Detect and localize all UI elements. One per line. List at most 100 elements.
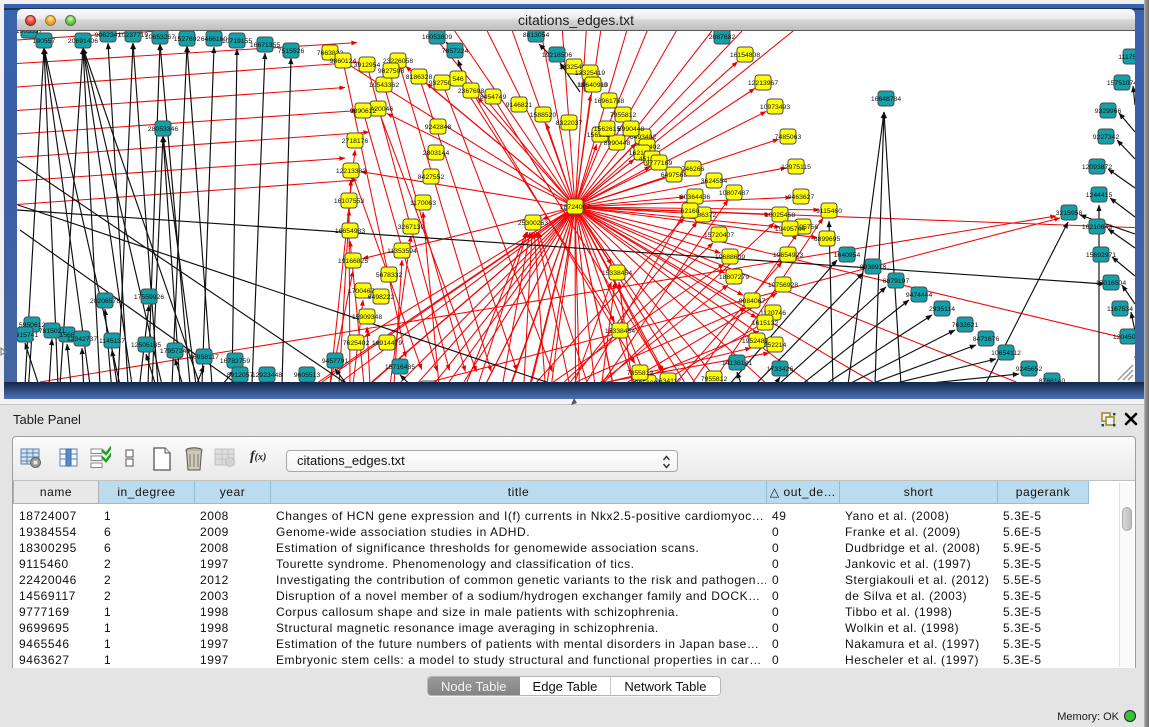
svg-text:1244415: 1244415 xyxy=(1086,192,1113,199)
svg-text:9329966: 9329966 xyxy=(1095,108,1122,115)
svg-text:8813054: 8813054 xyxy=(523,32,550,39)
svg-text:12342737: 12342737 xyxy=(67,336,97,343)
svg-text:9084067: 9084067 xyxy=(739,298,766,305)
svg-text:5678332: 5678332 xyxy=(376,272,403,279)
svg-text:18807279: 18807279 xyxy=(719,274,749,281)
svg-text:10973493: 10973493 xyxy=(760,104,790,111)
svg-text:546: 546 xyxy=(452,76,464,83)
svg-text:18724007: 18724007 xyxy=(560,204,590,211)
svg-text:8990448: 8990448 xyxy=(604,140,631,147)
svg-text:1117538: 1117538 xyxy=(1118,54,1135,61)
svg-text:3215958: 3215958 xyxy=(1056,210,1083,217)
svg-text:16961758: 16961758 xyxy=(594,98,624,105)
svg-text:16648784: 16648784 xyxy=(871,96,901,103)
svg-text:6990448: 6990448 xyxy=(618,126,645,133)
svg-text:16053809: 16053809 xyxy=(422,34,452,41)
svg-text:17957243: 17957243 xyxy=(160,348,190,355)
svg-text:12213382: 12213382 xyxy=(336,168,366,175)
svg-text:16210643: 16210643 xyxy=(1082,224,1112,231)
svg-text:12923448: 12923448 xyxy=(252,372,282,379)
svg-text:12045012: 12045012 xyxy=(1113,334,1135,341)
svg-text:3912954: 3912954 xyxy=(354,62,381,69)
svg-text:3915741: 3915741 xyxy=(17,332,38,339)
svg-text:6879197: 6879197 xyxy=(883,278,910,285)
svg-text:62160: 62160 xyxy=(681,208,700,215)
svg-text:252214: 252214 xyxy=(764,342,787,349)
svg-text:7355812: 7355812 xyxy=(627,370,654,377)
svg-text:3267130: 3267130 xyxy=(398,224,425,231)
svg-text:8322037: 8322037 xyxy=(556,120,583,127)
svg-text:10025458: 10025458 xyxy=(765,212,795,219)
svg-text:9605513: 9605513 xyxy=(294,372,321,379)
svg-text:9457791: 9457791 xyxy=(322,358,349,365)
svg-text:9474444: 9474444 xyxy=(906,292,933,299)
svg-text:1733426: 1733426 xyxy=(767,366,794,373)
svg-text:8938918: 8938918 xyxy=(860,264,887,271)
svg-text:7515526: 7515526 xyxy=(278,48,305,55)
svg-text:7632621: 7632621 xyxy=(952,322,979,329)
svg-text:8471676: 8471676 xyxy=(973,336,1000,343)
svg-text:10543362: 10543362 xyxy=(369,82,399,89)
svg-text:7857224: 7857224 xyxy=(442,48,469,55)
svg-text:8454749: 8454749 xyxy=(480,94,507,101)
svg-text:9890612: 9890612 xyxy=(350,108,377,115)
svg-text:15692971: 15692971 xyxy=(1086,252,1116,259)
svg-text:16154808: 16154808 xyxy=(730,52,760,59)
svg-text:20206578: 20206578 xyxy=(90,298,120,305)
svg-text:1145137: 1145137 xyxy=(99,338,125,345)
svg-text:9242848: 9242848 xyxy=(425,124,452,131)
svg-text:9146821: 9146821 xyxy=(506,102,533,109)
svg-text:9463627: 9463627 xyxy=(788,194,815,201)
svg-text:6497568: 6497568 xyxy=(661,172,688,179)
svg-text:10654112: 10654112 xyxy=(991,350,1021,357)
svg-text:8427552: 8427552 xyxy=(418,174,445,181)
svg-text:1527602: 1527602 xyxy=(174,36,201,43)
svg-text:1170063: 1170063 xyxy=(410,200,436,207)
svg-text:190557: 190557 xyxy=(33,38,56,45)
svg-text:19218506: 19218506 xyxy=(542,52,572,59)
svg-text:19166825: 19166825 xyxy=(338,258,368,265)
svg-text:20691406: 20691406 xyxy=(68,38,98,45)
svg-text:28053346: 28053346 xyxy=(148,126,178,133)
svg-text:16914479: 16914479 xyxy=(372,340,402,347)
svg-text:7625402: 7625402 xyxy=(343,340,370,347)
svg-text:15751074: 15751074 xyxy=(1107,80,1135,87)
svg-text:14136141: 14136141 xyxy=(722,360,752,367)
svg-text:12213967: 12213967 xyxy=(748,80,778,87)
svg-text:10719155: 10719155 xyxy=(222,38,252,45)
svg-text:3624554: 3624554 xyxy=(701,178,728,185)
svg-text:1615132: 1615132 xyxy=(752,320,779,327)
svg-text:9227342: 9227342 xyxy=(1093,134,1120,141)
svg-text:1640954: 1640954 xyxy=(834,252,861,259)
svg-text:19654923: 19654923 xyxy=(773,252,803,259)
svg-text:7955812: 7955812 xyxy=(701,376,728,382)
svg-text:2803144: 2803144 xyxy=(423,150,450,157)
svg-text:15338454: 15338454 xyxy=(602,270,632,277)
svg-text:9827508: 9827508 xyxy=(378,68,405,75)
svg-text:19495744: 19495744 xyxy=(775,226,805,233)
svg-text:16107553: 16107553 xyxy=(334,198,364,205)
svg-text:7955812: 7955812 xyxy=(610,112,637,119)
svg-text:10688609: 10688609 xyxy=(715,254,745,261)
svg-text:6899695: 6899695 xyxy=(814,236,841,243)
svg-text:1562615: 1562615 xyxy=(594,126,621,133)
svg-text:12093872: 12093872 xyxy=(1082,164,1112,171)
svg-text:9115460: 9115460 xyxy=(816,208,842,215)
svg-text:746266: 746266 xyxy=(682,166,705,173)
svg-text:16782759: 16782759 xyxy=(220,358,250,365)
svg-text:7815021: 7815021 xyxy=(39,328,66,335)
svg-text:25300263: 25300263 xyxy=(518,220,548,227)
svg-text:13325419: 13325419 xyxy=(575,70,605,77)
svg-text:12505135: 12505135 xyxy=(131,342,161,349)
svg-text:6498222: 6498222 xyxy=(368,294,395,301)
svg-text:17559926: 17559926 xyxy=(134,294,164,301)
svg-text:10756928: 10756928 xyxy=(768,282,798,289)
svg-text:15338454: 15338454 xyxy=(605,328,635,335)
svg-text:15720407: 15720407 xyxy=(704,232,734,239)
svg-text:15909348: 15909348 xyxy=(352,314,382,321)
svg-text:7485063: 7485063 xyxy=(775,134,802,141)
svg-text:2718176: 2718176 xyxy=(342,138,369,145)
svg-text:2935114: 2935114 xyxy=(929,306,955,313)
svg-text:10807487: 10807487 xyxy=(719,190,749,197)
svg-text:8766140: 8766140 xyxy=(1039,378,1066,382)
